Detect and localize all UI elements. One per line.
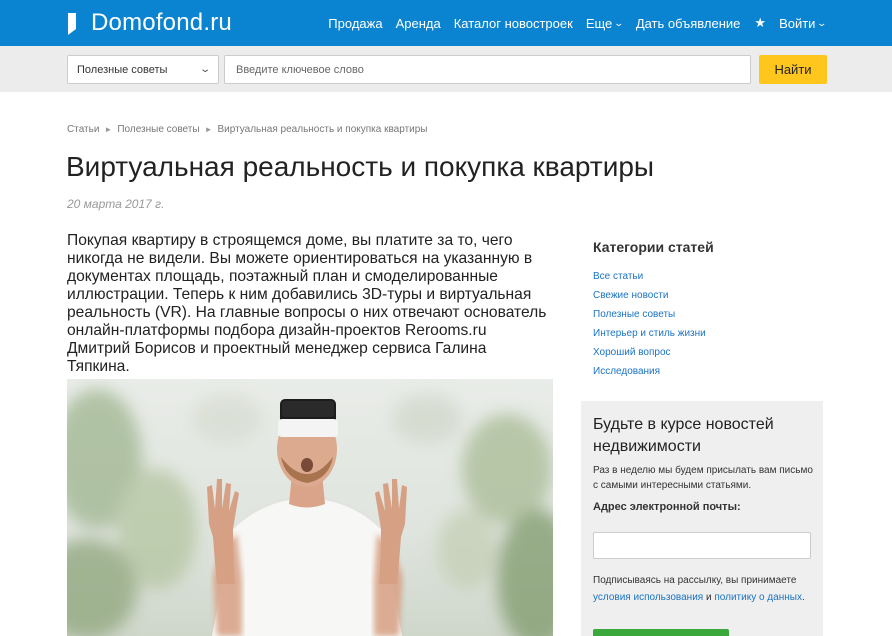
article-date: 20 марта 2017 г. (67, 197, 165, 211)
categories-title: Категории статей (593, 239, 714, 255)
breadcrumb-separator-icon: ► (204, 125, 213, 134)
chevron-down-icon: ⌄ (198, 64, 211, 75)
nav-more-dropdown[interactable]: Еще ⌄ (585, 15, 625, 31)
email-field-label: Адрес электронной почты: (593, 501, 741, 513)
breadcrumb-separator-icon: ► (104, 125, 113, 134)
nav-post-ad[interactable]: Дать объявление (636, 16, 741, 31)
nav-sale-label: Продажа (328, 15, 383, 31)
login-dropdown[interactable]: Войти ⌄ (779, 15, 828, 31)
breadcrumb-useful-tips[interactable]: Полезные советы (117, 124, 199, 135)
nav-more-label: Еще (585, 15, 613, 31)
breadcrumb-current: Виртуальная реальность и покупка квартир… (217, 124, 428, 135)
star-icon[interactable]: ★ (754, 15, 766, 31)
categories-list: Все статьи Свежие новости Полезные совет… (593, 270, 706, 384)
subscription-note: Подписываясь на рассылку, вы принимаете … (593, 572, 818, 606)
main-nav: Продажа Аренда Каталог новостроек Еще ⌄ Д… (315, 0, 828, 46)
subscription-note-suffix: . (801, 592, 805, 603)
newsletter-description: Раз в неделю мы будем присылать вам пись… (593, 465, 813, 491)
newsletter-title: Будьте в курсе новостей недвижимости (593, 416, 774, 455)
subscription-note-and: и (705, 592, 712, 603)
breadcrumb: Статьи ► Полезные советы ► Виртуальная р… (67, 124, 428, 135)
nav-rent-label: Аренда (395, 15, 441, 31)
nav-sale[interactable]: Продажа (328, 16, 382, 31)
newsletter-box: Будьте в курсе новостей недвижимости Раз… (581, 401, 823, 636)
nav-new-buildings-catalog[interactable]: Каталог новостроек (454, 16, 573, 31)
vr-headset-man-illustration (67, 389, 553, 636)
search-input[interactable] (224, 55, 751, 84)
subscription-note-prefix: Подписываясь на рассылку, вы принимаете (593, 575, 797, 586)
login-label: Войти (779, 15, 816, 31)
page-title: Виртуальная реальность и покупка квартир… (66, 151, 655, 182)
chevron-down-icon: ⌄ (816, 17, 828, 28)
logo-text: Domofond.ru (91, 9, 232, 36)
search-bar: Полезные советы ⌄ Найти (0, 46, 892, 92)
search-button[interactable]: Найти (759, 55, 827, 84)
nav-rent[interactable]: Аренда (396, 16, 441, 31)
category-select-value: Полезные советы (77, 63, 168, 76)
category-select[interactable]: Полезные советы ⌄ (67, 55, 219, 84)
article-lead: Покупая квартиру в строящемся доме, вы п… (67, 232, 547, 375)
breadcrumb-articles[interactable]: Статьи (67, 124, 99, 135)
logo-house-icon (66, 11, 88, 35)
category-link-useful-tips[interactable]: Полезные советы (593, 308, 706, 327)
site-logo[interactable]: Domofond.ru (66, 8, 232, 38)
category-link-interior[interactable]: Интерьер и стиль жизни (593, 327, 706, 346)
subscribe-button[interactable] (593, 629, 729, 636)
category-link-research[interactable]: Исследования (593, 365, 706, 384)
chevron-down-icon: ⌄ (613, 17, 625, 28)
top-nav-bar: Domofond.ru Продажа Аренда Каталог новос… (0, 0, 892, 46)
article-hero-image (67, 379, 553, 636)
nav-post-ad-label: Дать объявление (635, 15, 741, 31)
terms-link[interactable]: условия использования (593, 592, 703, 603)
email-field[interactable] (593, 532, 811, 559)
nav-catalog-label: Каталог новостроек (453, 15, 573, 31)
category-link-all[interactable]: Все статьи (593, 270, 706, 289)
privacy-link[interactable]: политику о данных (714, 592, 802, 603)
category-link-fresh-news[interactable]: Свежие новости (593, 289, 706, 308)
category-link-good-question[interactable]: Хороший вопрос (593, 346, 706, 365)
